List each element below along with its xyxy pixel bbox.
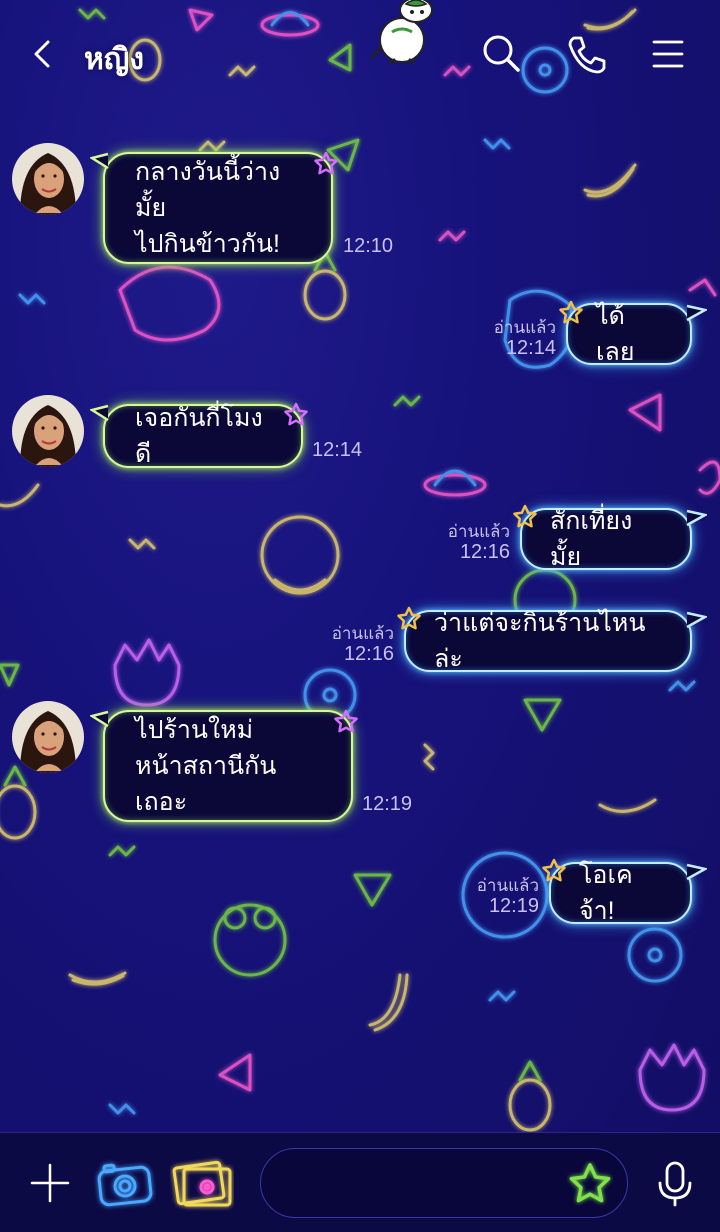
message-time: 12:10 (343, 235, 394, 257)
bubble-tail (686, 611, 707, 629)
bubble-tail (686, 863, 707, 881)
message-time: 12:16 (459, 541, 510, 563)
bubble-tail (90, 152, 109, 170)
message-bubble-outgoing[interactable]: ได้เลย (566, 302, 692, 366)
sticker-button[interactable] (566, 1161, 614, 1207)
input-bar (0, 1132, 720, 1232)
message-text-line: หน้าสถานีกันเถอะ (135, 752, 277, 816)
search-button[interactable] (478, 30, 526, 78)
camera-icon (97, 1163, 153, 1207)
camera-button[interactable] (94, 1155, 156, 1211)
menu-button[interactable] (644, 30, 692, 78)
message-text-line: ได้เลย (596, 302, 635, 366)
bubble-tail (686, 509, 707, 527)
star-icon (513, 504, 537, 528)
message-text-line: ไปกินข้าวกัน! (135, 230, 281, 258)
star-icon (559, 300, 583, 324)
message-bubble-outgoing[interactable]: สักเที่ยงมั้ย (520, 507, 692, 571)
message-time: 12:19 (488, 895, 539, 917)
microphone-icon (658, 1161, 692, 1207)
photo-icon (172, 1160, 232, 1207)
contact-avatar[interactable] (12, 701, 84, 773)
back-icon (34, 40, 50, 68)
chat-screen: หญิง กลางวันนี้ว่างมั้ย ไปกินข้าวกัน! 12… (0, 0, 720, 1232)
star-icon (334, 709, 358, 733)
bubble-tail (90, 404, 109, 422)
chat-title: หญิง (84, 43, 144, 76)
sticker-star-icon (569, 1163, 611, 1203)
message-bubble-outgoing[interactable]: ว่าแต่จะกินร้านไหนล่ะ (404, 609, 692, 673)
message-text-line: ว่าแต่จะกินร้านไหนล่ะ (434, 609, 646, 673)
bubble-tail (686, 304, 707, 322)
star-icon (542, 858, 566, 882)
star-icon (397, 606, 421, 630)
star-icon (314, 151, 338, 175)
contact-avatar[interactable] (12, 395, 84, 467)
contact-avatar[interactable] (12, 143, 84, 215)
mascot-sticker (370, 0, 433, 64)
message-time: 12:16 (343, 643, 394, 665)
message-bubble-incoming[interactable]: ไปร้านใหม่ หน้าสถานีกันเถอะ (103, 710, 353, 822)
voice-button[interactable] (652, 1159, 698, 1209)
message-bubble-incoming[interactable]: กลางวันนี้ว่างมั้ย ไปกินข้าวกัน! (103, 152, 333, 264)
message-text-line: สักเที่ยงมั้ย (550, 507, 633, 571)
avatar-photo (12, 143, 84, 215)
star-icon (284, 402, 308, 426)
menu-icon (652, 40, 684, 68)
photo-button[interactable] (170, 1155, 234, 1211)
search-icon (483, 35, 520, 72)
message-text-line: เจอกันกี่โมงดี (135, 404, 263, 468)
message-time: 12:14 (312, 439, 363, 461)
message-bubble-outgoing[interactable]: โอเคจ้า! (549, 861, 692, 925)
plus-icon (30, 1163, 70, 1203)
call-button[interactable] (562, 30, 610, 78)
avatar-photo (12, 395, 84, 467)
message-text-line: กลางวันนี้ว่างมั้ย (135, 158, 281, 222)
add-button[interactable] (26, 1159, 74, 1207)
message-bubble-incoming[interactable]: เจอกันกี่โมงดี (103, 404, 303, 468)
message-text-line: ไปร้านใหม่ (135, 716, 254, 744)
message-time: 12:14 (505, 337, 556, 359)
bubble-tail (90, 710, 109, 728)
message-text-line: โอเคจ้า! (579, 861, 633, 925)
phone-icon (568, 36, 606, 74)
back-button[interactable] (22, 30, 62, 78)
message-time: 12:19 (362, 793, 413, 815)
avatar-photo (12, 701, 84, 773)
chat-header: หญิง (0, 0, 720, 110)
